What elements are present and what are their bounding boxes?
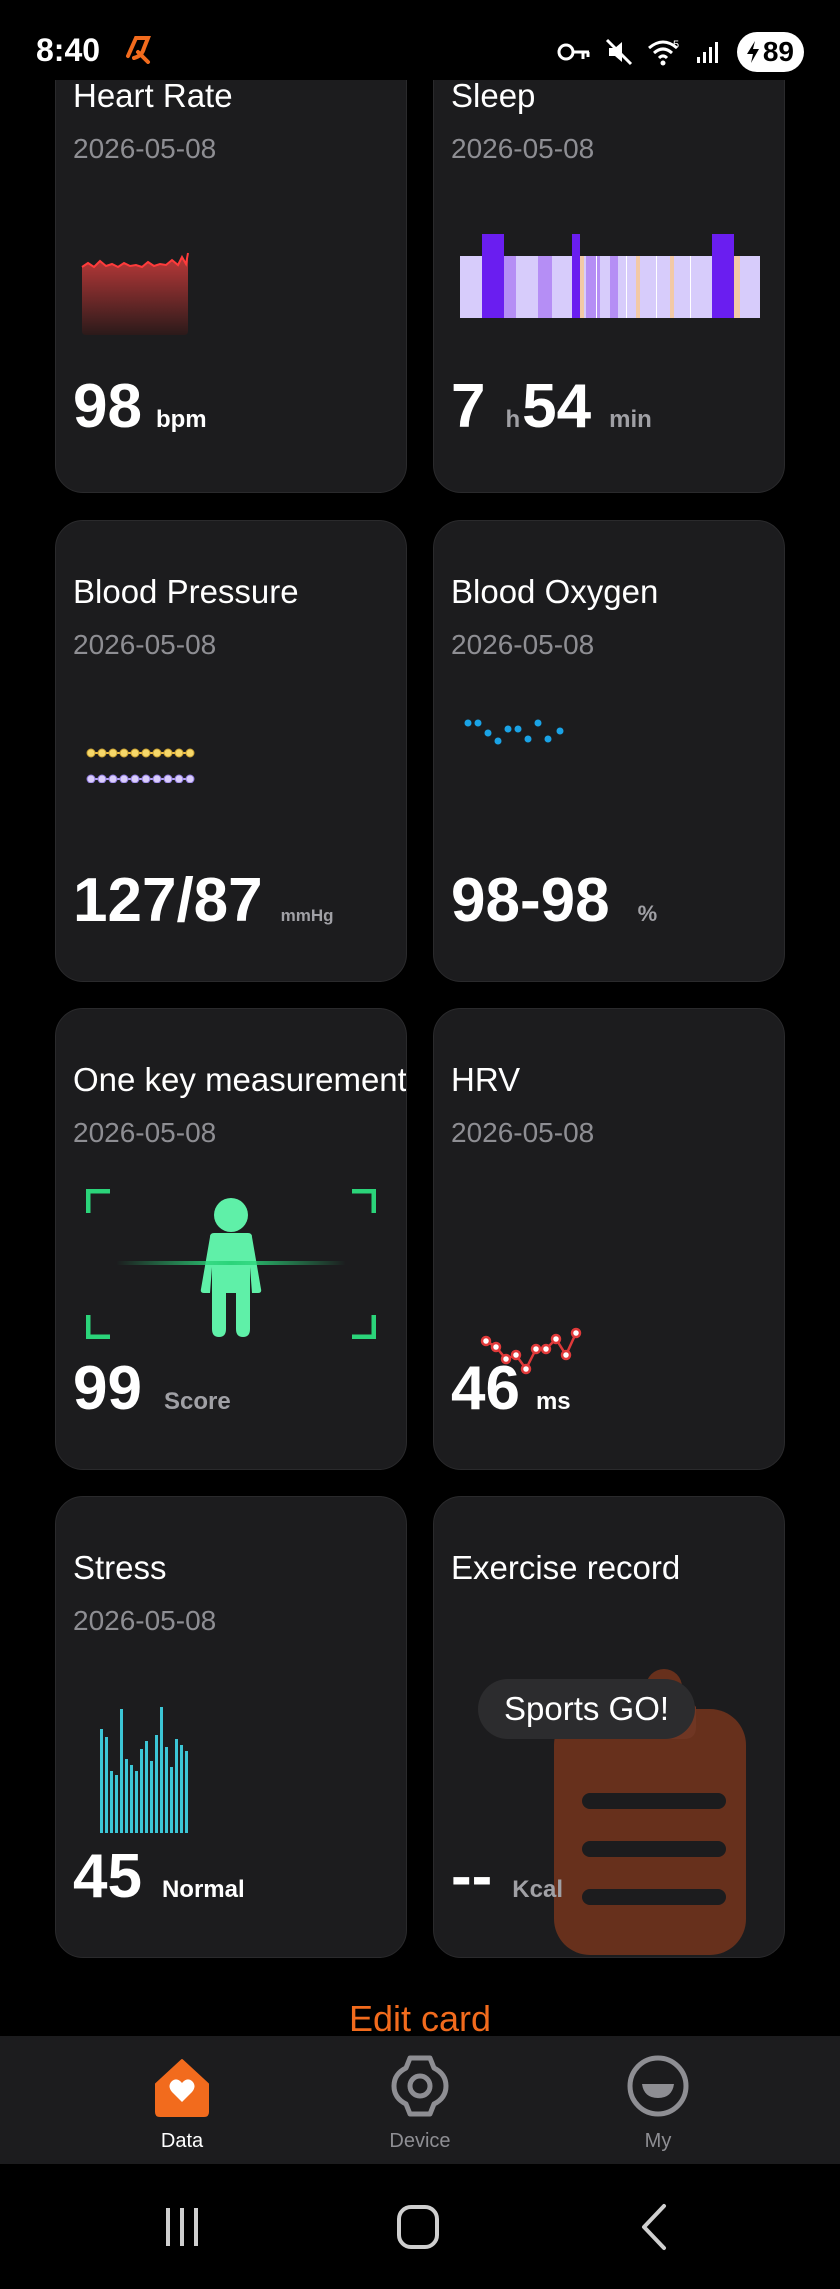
sleep-chart — [460, 234, 760, 318]
value-number: 98-98 — [451, 866, 610, 935]
value-unit: ms — [535, 1388, 571, 1415]
watch-icon — [391, 2055, 449, 2117]
profile-face-icon — [627, 2055, 689, 2117]
card-title: Exercise record — [451, 1549, 681, 1586]
one-key-value: 99 Score — [73, 1353, 231, 1424]
mute-icon — [605, 38, 632, 66]
back-icon[interactable] — [614, 2202, 694, 2252]
tab-my[interactable]: My — [558, 2036, 758, 2164]
value-number: 45 — [73, 1842, 142, 1911]
card-title: Sleep — [451, 77, 536, 114]
value-number: 46 — [451, 1354, 520, 1423]
card-date: 2026-05-08 — [73, 1605, 217, 1636]
home-icon[interactable] — [378, 2202, 458, 2252]
charging-icon — [746, 41, 759, 63]
stress-value: 45 Normal — [73, 1841, 245, 1912]
status-time: 8:40 — [36, 32, 101, 68]
body-scan-icon — [86, 1189, 376, 1339]
blood-pressure-card[interactable]: Blood Pressure 2026-05-08 127/87 mmHg — [55, 520, 407, 982]
edit-card-link[interactable]: Edit card — [0, 1998, 840, 2040]
value-number: -- — [451, 1842, 493, 1911]
exercise-value: -- Kcal — [451, 1841, 563, 1912]
card-date: 2026-05-08 — [451, 1117, 595, 1148]
sports-go-badge[interactable]: Sports GO! — [478, 1679, 696, 1739]
status-bar: 8:40 5 89 — [0, 0, 840, 80]
value-unit: Kcal — [512, 1876, 563, 1903]
status-icons: 5 89 — [557, 32, 804, 72]
card-date: 2026-05-08 — [73, 1117, 217, 1148]
card-date: 2026-05-08 — [451, 133, 595, 164]
card-title: Blood Oxygen — [451, 573, 659, 610]
sleep-hours: 7 — [451, 372, 486, 441]
tab-label: Device — [389, 2130, 451, 2152]
value-unit: Normal — [161, 1876, 245, 1903]
value-unit: % — [637, 901, 658, 926]
hours-unit: h — [505, 406, 521, 433]
minutes-unit: min — [609, 406, 652, 433]
battery-level: 89 — [762, 36, 794, 67]
value-unit: bpm — [155, 406, 207, 433]
card-date: 2026-05-08 — [73, 133, 217, 164]
card-title: Blood Pressure — [73, 573, 299, 610]
tab-data[interactable]: Data — [82, 2036, 282, 2164]
sleep-minutes: 54 — [522, 372, 592, 441]
signal-icon — [696, 42, 718, 63]
system-navigation-bar — [0, 2164, 840, 2289]
tab-device[interactable]: Device — [320, 2036, 520, 2164]
value-unit: Score — [163, 1388, 231, 1415]
one-key-measurement-card[interactable]: One key measurement 2026-05-08 99 Score — [55, 1008, 407, 1470]
battery-indicator: 89 — [736, 32, 804, 72]
blood-pressure-chart — [86, 748, 195, 783]
sports-go-label: Sports GO! — [504, 1690, 670, 1727]
blood-pressure-value: 127/87 mmHg — [73, 865, 334, 936]
blood-oxygen-card[interactable]: Blood Oxygen 2026-05-08 98-98 % — [433, 520, 785, 982]
card-date: 2026-05-08 — [73, 629, 217, 660]
hrv-value: 46 ms — [451, 1353, 571, 1424]
card-title: Heart Rate — [73, 77, 233, 114]
card-date: 2026-05-08 — [451, 629, 595, 660]
value-number: 127/87 — [73, 866, 263, 935]
network-type-label: 5 — [673, 39, 679, 51]
heart-rate-value: 98 bpm — [73, 371, 207, 442]
app-notification-icon — [126, 36, 151, 64]
tab-label: My — [644, 2130, 672, 2152]
value-number: 99 — [73, 1354, 142, 1423]
exercise-record-card[interactable]: Exercise record Sports GO! -- Kcal — [433, 1496, 785, 1958]
value-number: 98 — [73, 372, 142, 441]
heart-rate-chart — [81, 252, 189, 335]
sleep-card[interactable]: Sleep 2026-05-08 7 h 54 min — [433, 28, 785, 493]
key-icon — [557, 43, 590, 61]
card-title: HRV — [451, 1061, 521, 1098]
bottom-tab-bar: Data Device My — [0, 2036, 840, 2164]
stress-chart — [100, 1707, 188, 1833]
home-heart-icon — [155, 2059, 209, 2117]
card-title: One key measurement — [73, 1061, 407, 1098]
blood-oxygen-chart — [464, 719, 564, 745]
blood-oxygen-value: 98-98 % — [451, 865, 657, 936]
card-title: Stress — [73, 1549, 167, 1586]
value-unit: mmHg — [280, 906, 334, 925]
hrv-card[interactable]: HRV 2026-05-08 46 ms — [433, 1008, 785, 1470]
sleep-value: 7 h 54 min — [451, 371, 652, 442]
stress-card[interactable]: Stress 2026-05-08 45 Normal — [55, 1496, 407, 1958]
wifi-icon: 5 — [647, 39, 679, 66]
heart-rate-card[interactable]: Heart Rate 2026-05-08 98 bpm — [55, 28, 407, 493]
tab-label: Data — [160, 2130, 204, 2152]
recent-apps-icon[interactable] — [142, 2202, 222, 2252]
